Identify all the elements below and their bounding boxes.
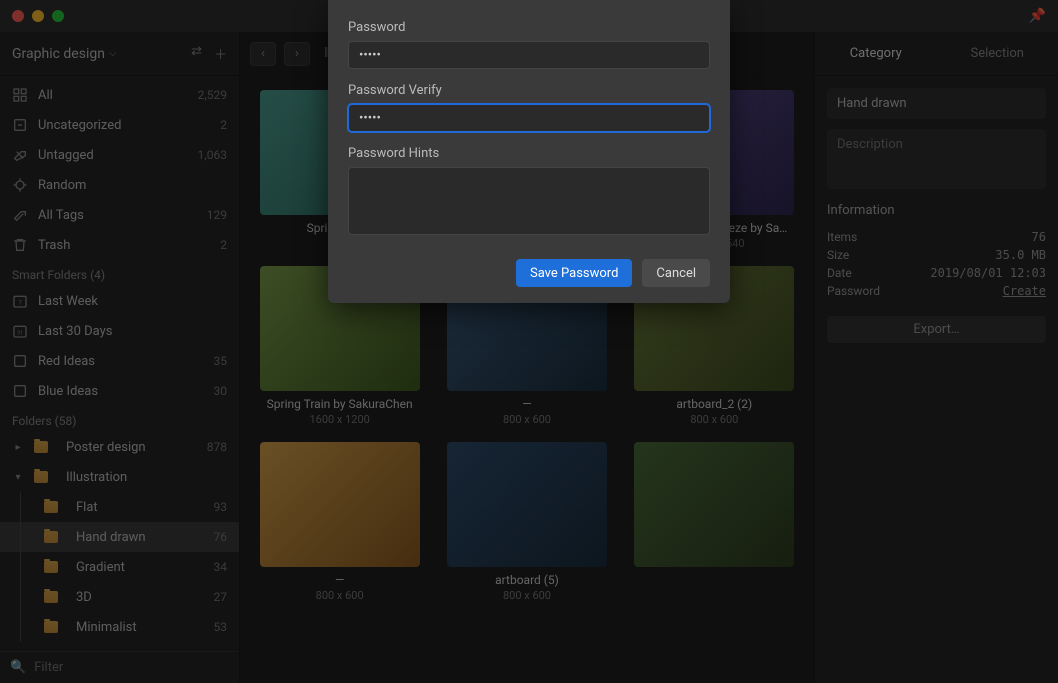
password-input[interactable]: [348, 41, 710, 69]
password-label: Password: [348, 20, 710, 35]
cancel-button[interactable]: Cancel: [642, 259, 710, 287]
password-verify-label: Password Verify: [348, 83, 710, 98]
save-password-button[interactable]: Save Password: [516, 259, 632, 287]
password-modal: Password Password Verify Password Hints …: [328, 0, 730, 303]
password-hints-label: Password Hints: [348, 146, 710, 161]
password-verify-input[interactable]: [348, 104, 710, 132]
password-hints-input[interactable]: [348, 167, 710, 235]
